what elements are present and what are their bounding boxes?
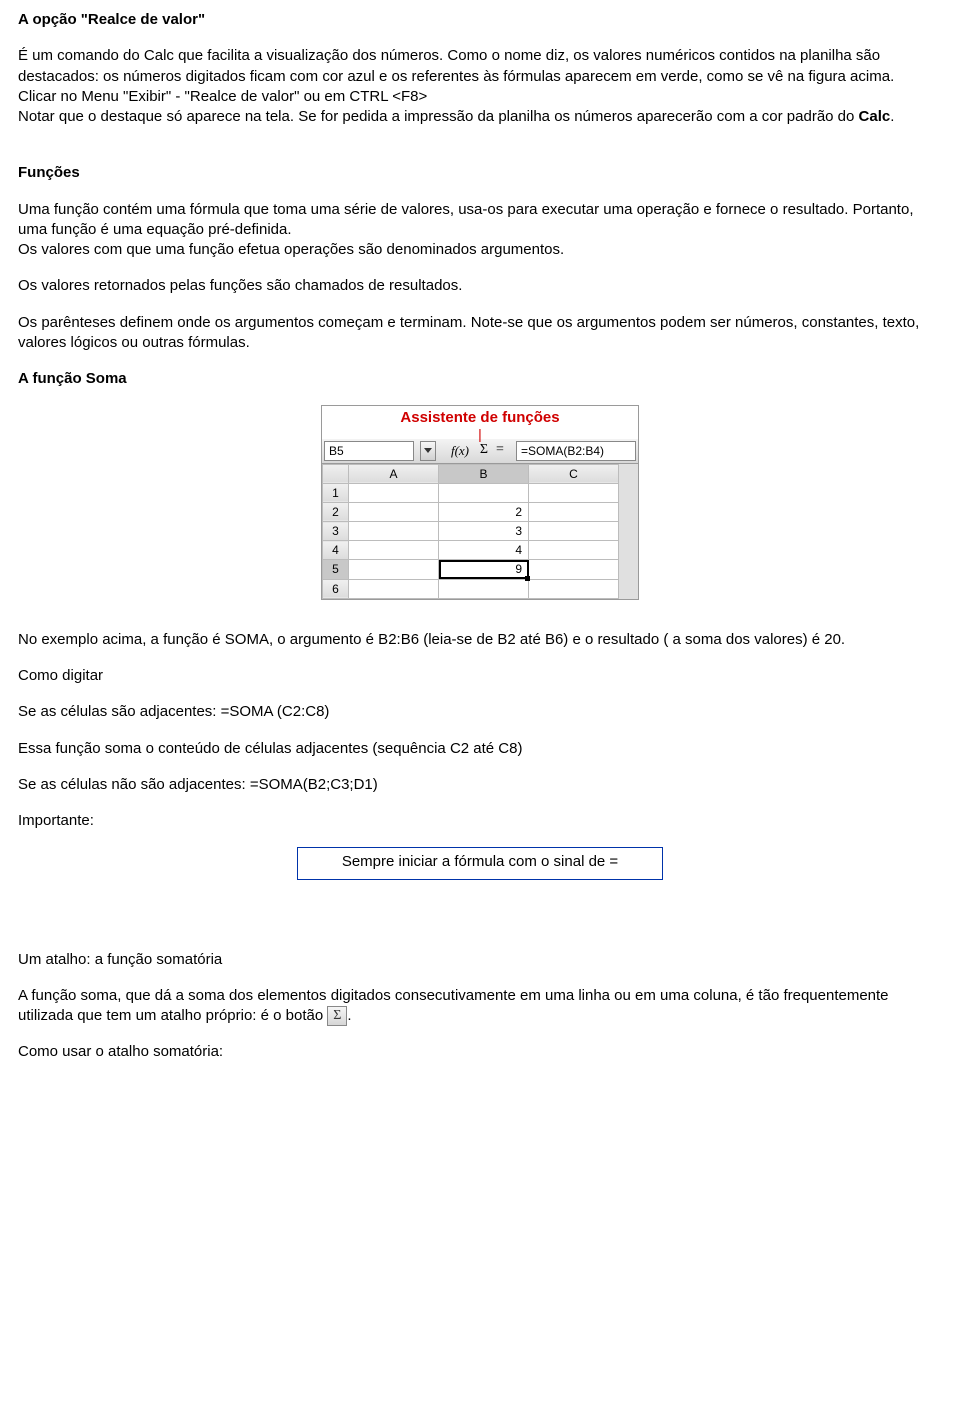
corner-cell[interactable] [323, 464, 349, 483]
para-como-usar-atalho: Como usar o atalho somatória: [18, 1042, 942, 1062]
cell[interactable] [529, 541, 619, 560]
cell[interactable] [439, 579, 529, 598]
spreadsheet-figure: Assistente de funções | B5 f(x) Σ = =SOM… [18, 405, 942, 600]
text: . [890, 108, 894, 125]
equals-button[interactable]: = [492, 441, 508, 460]
para-como-digitar: Como digitar [18, 666, 942, 686]
sigma-icon: Σ [327, 1006, 347, 1026]
sum-button[interactable]: Σ [476, 441, 492, 460]
para-nao-adjacentes: Se as células não são adjacentes: =SOMA(… [18, 775, 942, 795]
para-adjacentes-desc: Essa função soma o conteúdo de células a… [18, 739, 942, 759]
text: Uma função contém uma fórmula que toma u… [18, 201, 913, 238]
text: Os valores com que uma função efetua ope… [18, 241, 564, 258]
function-wizard-button[interactable]: f(x) [450, 442, 470, 460]
row-header[interactable]: 5 [323, 560, 349, 579]
row-header[interactable]: 1 [323, 483, 349, 502]
caption-pointer: | [322, 431, 638, 439]
formula-bar: B5 f(x) Σ = =SOMA(B2:B4) [322, 439, 638, 464]
cell[interactable] [349, 541, 439, 560]
para-importante: Importante: [18, 811, 942, 831]
row-header[interactable]: 6 [323, 579, 349, 598]
cell[interactable] [349, 522, 439, 541]
cell[interactable] [529, 560, 619, 579]
para-realce-1: É um comando do Calc que facilita a visu… [18, 46, 942, 127]
text: Clicar no Menu "Exibir" - "Realce de val… [18, 88, 427, 105]
name-box[interactable]: B5 [324, 441, 414, 461]
cell[interactable] [349, 579, 439, 598]
col-header-b[interactable]: B [439, 464, 529, 483]
formula-input[interactable]: =SOMA(B2:B4) [516, 441, 636, 461]
cell[interactable]: 4 [439, 541, 529, 560]
cell[interactable] [349, 560, 439, 579]
cell[interactable] [349, 502, 439, 521]
row-header[interactable]: 2 [323, 502, 349, 521]
text: Notar que o destaque só aparece na tela.… [18, 108, 859, 125]
cell[interactable]: 3 [439, 522, 529, 541]
col-header-c[interactable]: C [529, 464, 619, 483]
row-header[interactable]: 4 [323, 541, 349, 560]
para-soma-explain: No exemplo acima, a função é SOMA, o arg… [18, 630, 942, 650]
col-header-a[interactable]: A [349, 464, 439, 483]
heading-atalho: Um atalho: a função somatória [18, 950, 942, 970]
cell[interactable] [529, 502, 619, 521]
spreadsheet-grid: A B C 1 2 2 3 3 4 [322, 464, 619, 599]
para-funcoes-2: Os valores retornados pelas funções são … [18, 276, 942, 296]
cell[interactable] [529, 579, 619, 598]
calc-bold: Calc [859, 108, 891, 125]
name-box-dropdown[interactable] [420, 441, 436, 461]
cell[interactable] [529, 522, 619, 541]
cell-selected[interactable]: 9 [439, 560, 529, 579]
cell[interactable] [439, 483, 529, 502]
heading-funcao-soma: A função Soma [18, 369, 942, 389]
para-funcoes-3: Os parênteses definem onde os argumentos… [18, 313, 942, 354]
cell[interactable] [349, 483, 439, 502]
spreadsheet: Assistente de funções | B5 f(x) Σ = =SOM… [321, 405, 639, 600]
cell[interactable] [529, 483, 619, 502]
text: A função soma, que dá a soma dos element… [18, 987, 889, 1024]
row-header[interactable]: 3 [323, 522, 349, 541]
text: . [347, 1007, 351, 1024]
para-adjacentes: Se as células são adjacentes: =SOMA (C2:… [18, 702, 942, 722]
para-funcoes-1: Uma função contém uma fórmula que toma u… [18, 200, 942, 261]
text: É um comando do Calc que facilita a visu… [18, 47, 894, 84]
para-atalho: A função soma, que dá a soma dos element… [18, 986, 942, 1027]
cell[interactable]: 2 [439, 502, 529, 521]
heading-funcoes: Funções [18, 163, 942, 183]
heading-realce: A opção "Realce de valor" [18, 10, 942, 30]
tip-box: Sempre iniciar a fórmula com o sinal de … [297, 847, 663, 879]
